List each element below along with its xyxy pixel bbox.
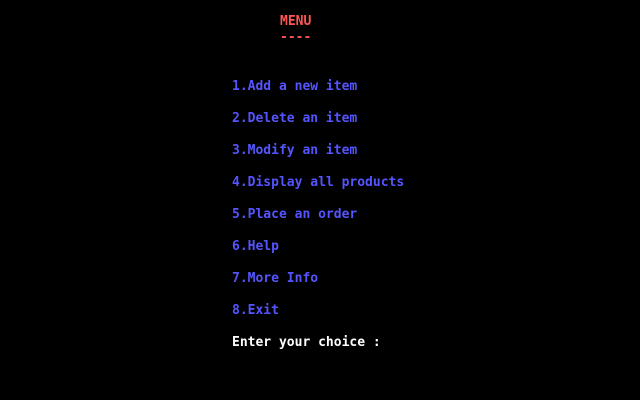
console-screen: MENU ---- 1.Add a new item 2.Delete an i… [0,0,640,400]
menu-title: MENU [280,14,312,29]
choice-prompt-label: Enter your choice : [232,335,381,350]
menu-list: 1.Add a new item 2.Delete an item 3.Modi… [232,79,404,335]
menu-item-display[interactable]: 4.Display all products [232,175,404,191]
menu-item-order[interactable]: 5.Place an order [232,207,404,223]
menu-item-add[interactable]: 1.Add a new item [232,79,404,95]
choice-input[interactable] [381,335,389,351]
menu-item-help[interactable]: 6.Help [232,239,404,255]
menu-item-delete[interactable]: 2.Delete an item [232,111,404,127]
menu-title-underline: ---- [280,30,312,45]
menu-item-exit[interactable]: 8.Exit [232,303,404,319]
choice-prompt: Enter your choice : [232,335,389,351]
menu-item-modify[interactable]: 3.Modify an item [232,143,404,159]
menu-item-more-info[interactable]: 7.More Info [232,271,404,287]
